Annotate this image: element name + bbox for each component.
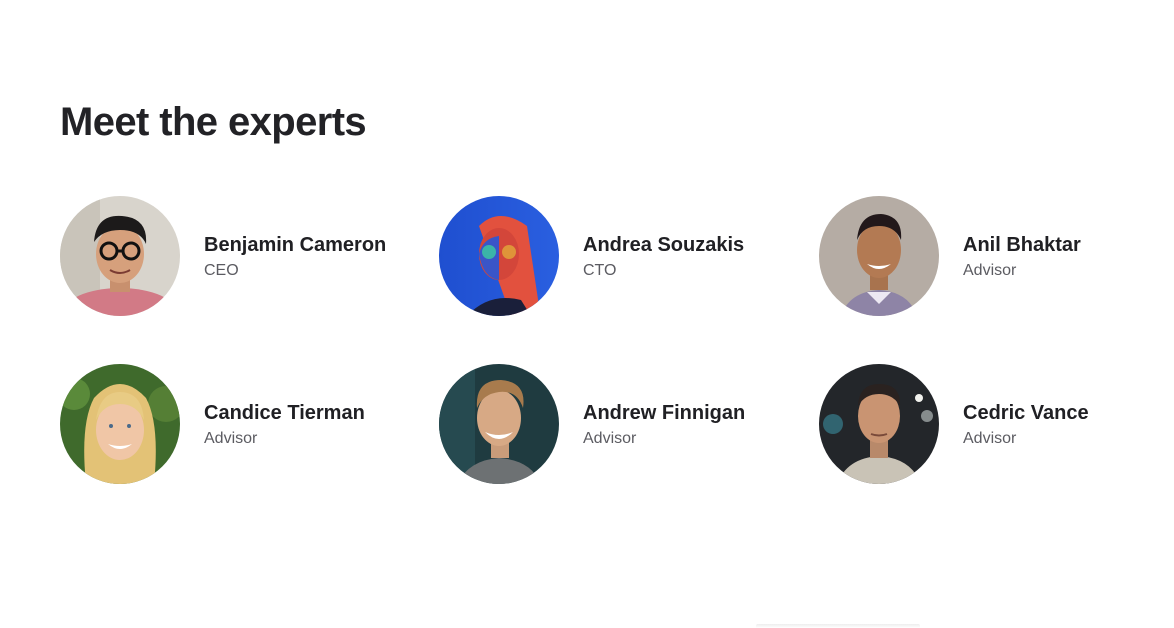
- section-title: Meet the experts: [60, 100, 367, 144]
- expert-info: Andrew Finnigan Advisor: [583, 400, 745, 449]
- avatar-photo-anil: [819, 196, 939, 316]
- expert-role: Advisor: [583, 429, 637, 447]
- team-page: Meet the experts Benjamin Cameron CEO An…: [0, 0, 1174, 628]
- expert-card[interactable]: Andrea Souzakis CTO: [439, 196, 819, 316]
- avatar: [819, 196, 939, 316]
- bottom-edge-shadow: [756, 624, 920, 628]
- avatar-photo-candice: [60, 364, 180, 484]
- expert-name: Andrew Finnigan: [583, 401, 746, 424]
- avatar-photo-andrew: [439, 364, 559, 484]
- expert-name: Andrea Souzakis: [583, 233, 745, 256]
- expert-role: Advisor: [963, 429, 1017, 447]
- expert-card[interactable]: Benjamin Cameron CEO: [60, 196, 439, 316]
- expert-info: Anil Bhaktar Advisor: [963, 232, 1081, 281]
- avatar: [60, 364, 180, 484]
- expert-info: Benjamin Cameron CEO: [204, 232, 386, 281]
- expert-name: Candice Tierman: [204, 401, 365, 424]
- expert-role: Advisor: [204, 429, 258, 447]
- expert-card[interactable]: Andrew Finnigan Advisor: [439, 364, 819, 484]
- expert-name: Cedric Vance: [963, 401, 1089, 424]
- avatar: [819, 364, 939, 484]
- expert-card[interactable]: Cedric Vance Advisor: [819, 364, 1140, 484]
- expert-info: Cedric Vance Advisor: [963, 400, 1089, 449]
- expert-role: Advisor: [963, 261, 1017, 279]
- expert-name: Benjamin Cameron: [204, 233, 387, 256]
- avatar: [60, 196, 180, 316]
- expert-info: Candice Tierman Advisor: [204, 400, 365, 449]
- expert-info: Andrea Souzakis CTO: [583, 232, 744, 281]
- expert-name: Anil Bhaktar: [963, 233, 1081, 256]
- experts-grid: Benjamin Cameron CEO Andrea Souzakis CTO…: [60, 196, 1140, 484]
- avatar: [439, 196, 559, 316]
- expert-card[interactable]: Candice Tierman Advisor: [60, 364, 439, 484]
- expert-role: CTO: [583, 261, 617, 279]
- expert-role: CEO: [204, 261, 239, 279]
- avatar: [439, 364, 559, 484]
- expert-card[interactable]: Anil Bhaktar Advisor: [819, 196, 1140, 316]
- avatar-photo-benjamin: [60, 196, 180, 316]
- avatar-photo-andrea: [439, 196, 559, 316]
- avatar-photo-cedric: [819, 364, 939, 484]
